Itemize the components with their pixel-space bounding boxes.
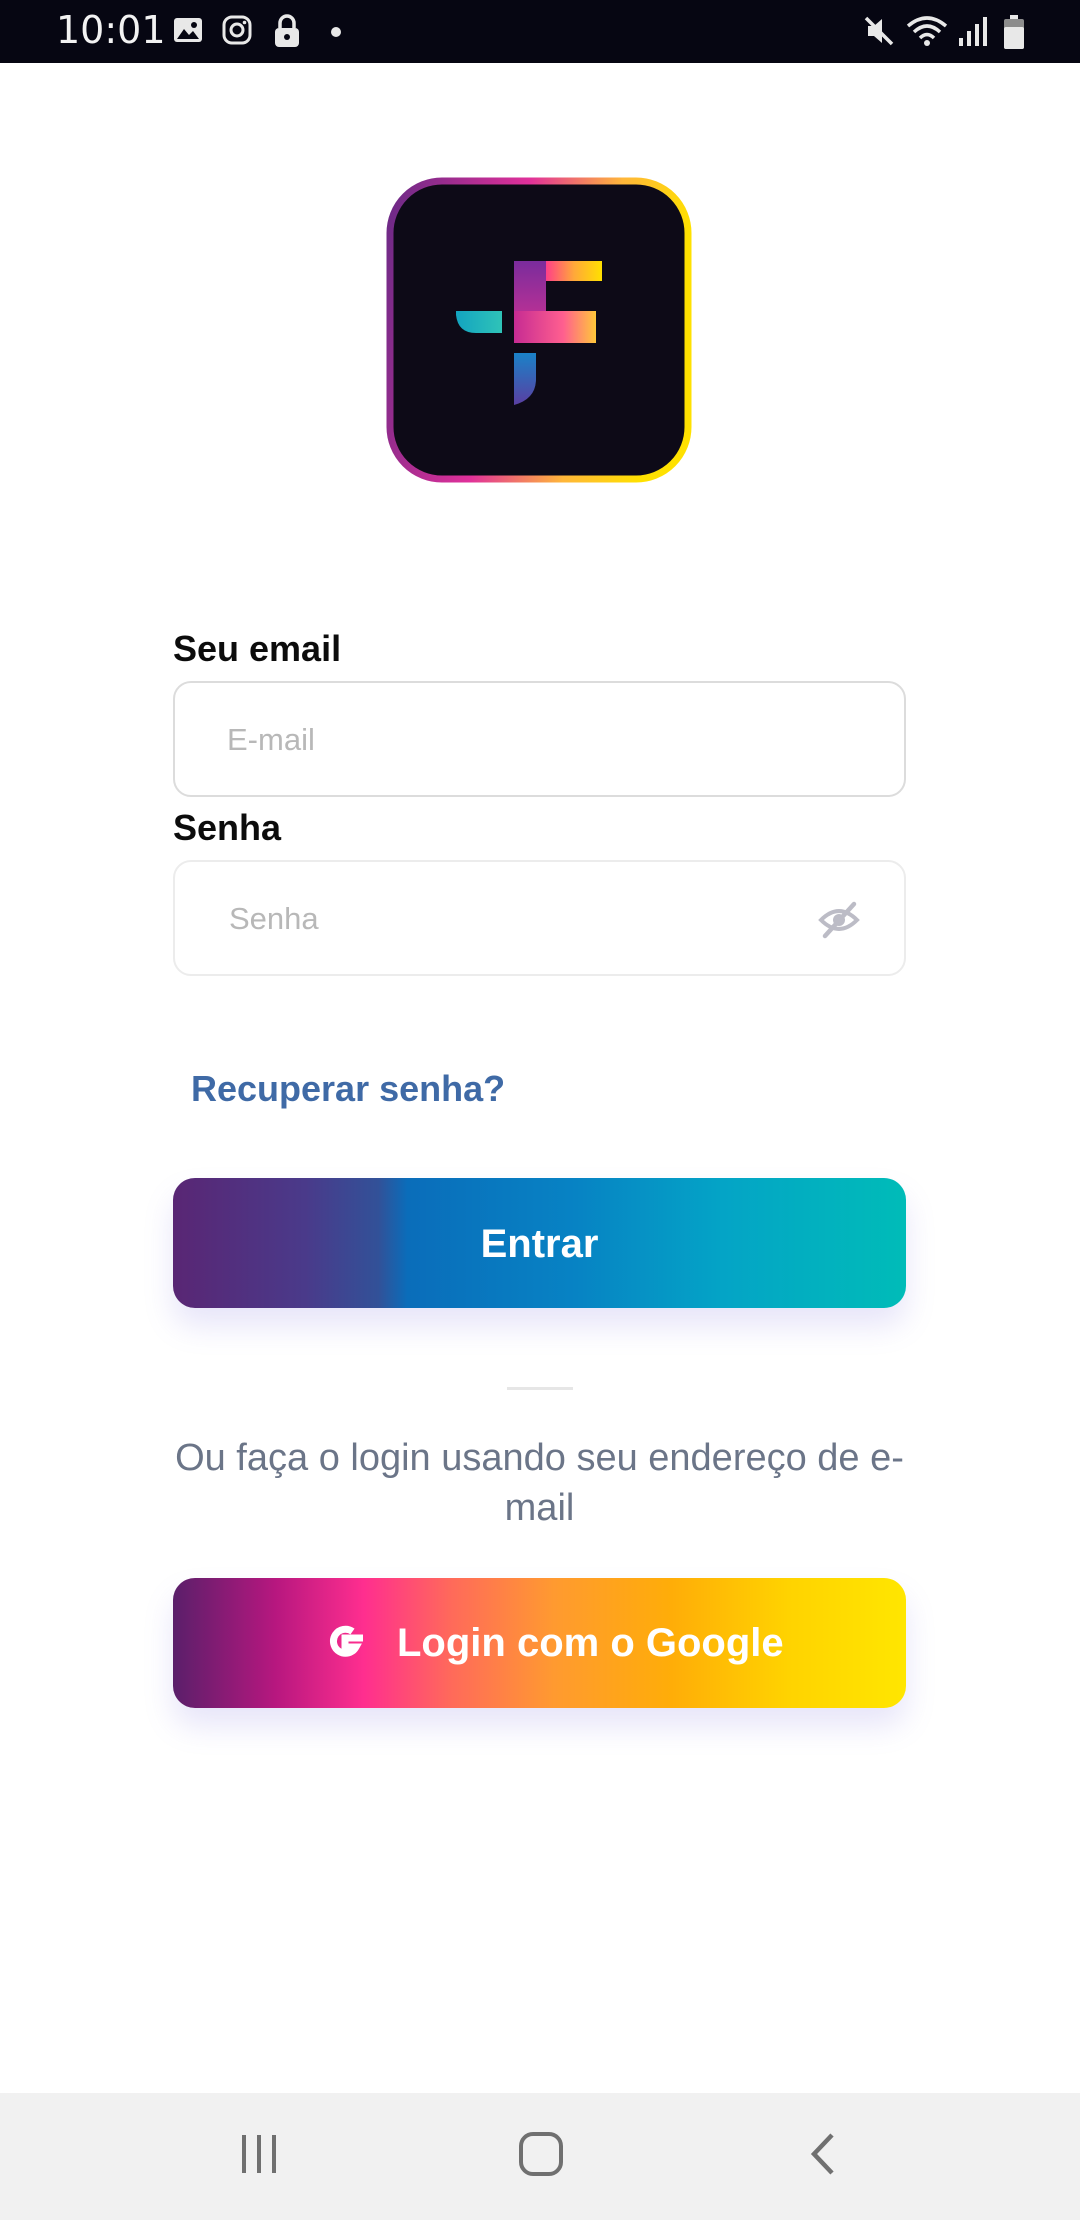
status-bar: 10:01 (0, 0, 1080, 63)
password-input[interactable] (227, 862, 791, 976)
password-field[interactable] (173, 860, 906, 976)
email-input[interactable] (225, 683, 789, 797)
email-field[interactable] (173, 681, 906, 797)
alternative-login-text: Ou faça o login usando seu endereço de e… (175, 1437, 904, 1529)
mute-icon (864, 16, 894, 46)
email-label: Seu email (173, 628, 342, 669)
signal-icon (959, 17, 987, 46)
password-label: Senha (173, 807, 282, 848)
eye-off-icon[interactable] (818, 900, 860, 940)
login-screen: 10:01 Seu email E-mail Senha Recuperar s… (0, 0, 1080, 2220)
back-icon[interactable] (804, 2131, 840, 2177)
dot-icon (331, 27, 341, 37)
google-login-button[interactable]: Login com o Google (173, 1578, 906, 1708)
lock-icon (275, 14, 299, 47)
battery-icon (1004, 15, 1024, 49)
google-g-icon (330, 1625, 363, 1657)
divider (507, 1387, 573, 1390)
wifi-icon (906, 16, 948, 46)
app-logo-icon (386, 177, 692, 483)
enter-button-label: Entrar (480, 1222, 599, 1266)
home-icon[interactable] (518, 2131, 564, 2177)
enter-button[interactable]: Entrar (173, 1178, 906, 1308)
google-login-label: Login com o Google (397, 1621, 784, 1665)
navigation-bar (0, 2093, 1080, 2220)
recent-apps-icon[interactable] (236, 2131, 282, 2177)
gallery-icon (174, 18, 202, 42)
status-time: 10:01 (56, 8, 166, 52)
recover-password-link[interactable]: Recuperar senha? (191, 1068, 505, 1110)
instagram-icon (222, 15, 252, 45)
